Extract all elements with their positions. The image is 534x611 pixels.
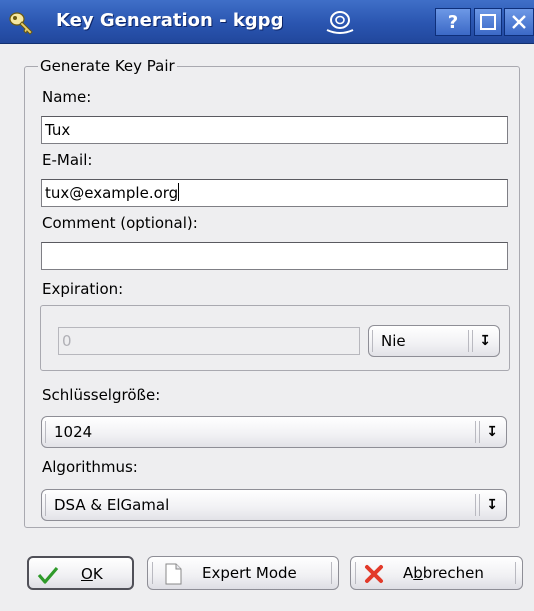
dropdown-arrow-icon: ↧ [486, 497, 498, 513]
expiration-days-input[interactable]: 0 [58, 327, 360, 355]
suse-swirl-icon [326, 11, 354, 34]
button-right-cap [331, 562, 334, 584]
ok-button[interactable]: OK [27, 556, 134, 590]
dropdown-arrow-icon: ↧ [479, 333, 491, 349]
expiration-unit-value: Nie [381, 332, 406, 350]
window-titlebar[interactable]: Key Generation - kgpg ? [0, 0, 534, 44]
expiration-days-value: 0 [62, 332, 72, 350]
combo-grip [475, 421, 480, 443]
algorithm-select[interactable]: DSA & ElGamal ↧ [41, 489, 507, 521]
keysize-value: 1024 [54, 423, 93, 441]
combo-left-cap [372, 330, 375, 352]
algorithm-label: Algorithmus: [42, 458, 138, 476]
checkmark-icon [37, 566, 59, 584]
comment-label: Comment (optional): [42, 214, 198, 232]
email-input[interactable]: tux@example.org [41, 179, 508, 207]
combo-grip [475, 494, 480, 516]
combo-left-cap [45, 421, 48, 443]
combo-grip [468, 330, 473, 352]
keysize-select[interactable]: 1024 ↧ [41, 416, 507, 448]
text-caret [178, 183, 180, 201]
name-value: Tux [45, 121, 71, 139]
document-icon [165, 563, 182, 585]
expert-mode-label: Expert Mode [202, 564, 297, 582]
maximize-icon [480, 14, 496, 30]
email-value: tux@example.org [45, 184, 179, 202]
expiration-unit-select[interactable]: Nie ↧ [368, 325, 500, 357]
maximize-button[interactable] [474, 8, 502, 36]
close-button[interactable] [504, 8, 534, 36]
cancel-button[interactable]: Abbrechen [350, 556, 523, 590]
window-title: Key Generation - kgpg [56, 10, 284, 31]
x-icon [365, 565, 383, 583]
dropdown-arrow-icon: ↧ [486, 424, 498, 440]
keysize-label: Schlüsselgröße: [42, 386, 161, 404]
button-right-cap [515, 562, 518, 584]
close-icon [512, 15, 526, 29]
combo-left-cap [45, 494, 48, 516]
help-icon: ? [447, 11, 459, 33]
help-button[interactable]: ? [435, 8, 471, 36]
name-label: Name: [42, 88, 92, 106]
name-input[interactable]: Tux [41, 116, 508, 144]
expert-mode-button[interactable]: Expert Mode [147, 556, 339, 590]
ok-label: OK [81, 565, 103, 583]
kgpg-key-icon[interactable] [6, 8, 36, 36]
button-left-cap [355, 562, 358, 584]
group-title: Generate Key Pair [38, 57, 177, 75]
expiration-label: Expiration: [42, 280, 124, 298]
button-left-cap [152, 562, 155, 584]
algorithm-value: DSA & ElGamal [54, 496, 170, 514]
email-label: E-Mail: [42, 151, 93, 169]
cancel-label: Abbrechen [403, 564, 484, 582]
comment-input[interactable] [41, 242, 508, 270]
